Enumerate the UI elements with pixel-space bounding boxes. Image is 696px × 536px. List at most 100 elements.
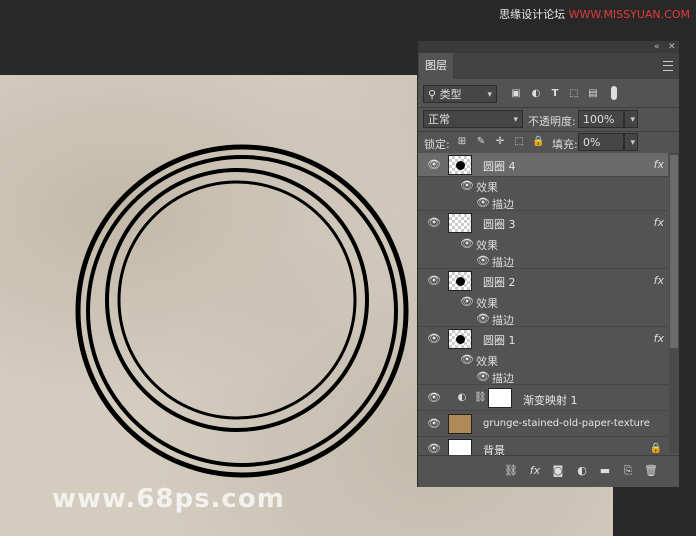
trash-icon[interactable]: 🗑 bbox=[644, 464, 658, 478]
effects-label: 效果 bbox=[476, 297, 498, 310]
eye-icon[interactable]: 👁 bbox=[427, 217, 441, 229]
eye-icon[interactable]: 👁 bbox=[476, 255, 490, 267]
chevron-down-icon: ▾ bbox=[630, 138, 635, 148]
layer-name[interactable]: 圆圈 1 bbox=[483, 332, 516, 348]
stroke-label: 描边 bbox=[492, 372, 514, 385]
link-layers-icon[interactable]: ⛓ bbox=[504, 464, 518, 478]
lock-move-icon[interactable]: ✛ bbox=[494, 136, 506, 148]
layer-name[interactable]: 圆圈 4 bbox=[483, 158, 516, 174]
eye-icon[interactable]: 👁 bbox=[460, 296, 474, 308]
stroke-effect-row[interactable]: 👁 描边 bbox=[418, 368, 668, 385]
fill-input[interactable]: 0% bbox=[578, 133, 624, 151]
lock-brush-icon[interactable]: ✎ bbox=[475, 136, 487, 148]
lock-transparent-icon[interactable]: ⊞ bbox=[456, 136, 468, 148]
opacity-value: 100% bbox=[583, 113, 615, 126]
lock-all-icon[interactable]: 🔒 bbox=[532, 136, 544, 148]
stroke-effect-row[interactable]: 👁 描边 bbox=[418, 252, 668, 269]
watermark-top: 思缘设计论坛 WWW.MISSYUAN.COM bbox=[499, 6, 690, 22]
filter-kind-select[interactable]: ⚲ 类型 ▾ bbox=[423, 85, 497, 103]
layer-row[interactable]: 👁 ◐ ⛓ 渐变映射 1 bbox=[418, 385, 668, 411]
layers-scrollbar[interactable] bbox=[669, 153, 679, 453]
effects-row[interactable]: 👁 效果 bbox=[418, 351, 668, 369]
fill-label: 填充: bbox=[552, 138, 578, 151]
layer-row[interactable]: 👁 grunge-stained-old-paper-texture bbox=[418, 411, 668, 437]
ring-inner-2 bbox=[117, 180, 357, 420]
adjustment-layer-icon: ◐ bbox=[457, 392, 467, 403]
fx-icon[interactable]: fx bbox=[654, 216, 664, 229]
fx-icon[interactable]: fx bbox=[654, 332, 664, 345]
filter-smartobject-icon[interactable]: ▤ bbox=[587, 88, 599, 100]
close-icon[interactable]: ✕ bbox=[668, 41, 676, 53]
eye-icon[interactable]: 👁 bbox=[476, 313, 490, 325]
ring-inner-1 bbox=[105, 168, 369, 432]
new-layer-icon[interactable]: ⎘ bbox=[621, 464, 635, 478]
panel-tabrow: 图层 bbox=[418, 53, 679, 79]
layer-thumbnail bbox=[448, 271, 472, 291]
layer-name[interactable]: 圆圈 3 bbox=[483, 216, 516, 232]
filter-type-icon[interactable]: T bbox=[549, 88, 561, 100]
blend-mode-value: 正常 bbox=[428, 113, 450, 126]
new-adjustment-icon[interactable]: ◐ bbox=[575, 464, 589, 478]
effects-row[interactable]: 👁 效果 bbox=[418, 177, 668, 195]
eye-icon[interactable]: 👁 bbox=[427, 275, 441, 287]
opacity-input[interactable]: 100% bbox=[578, 110, 624, 128]
search-icon: ⚲ bbox=[428, 88, 437, 101]
eye-icon[interactable]: 👁 bbox=[476, 197, 490, 209]
layers-panel: « ✕ 图层 ⚲ 类型 ▾ ▣ ◐ T ⬚ ▤ 正常 ▾ 不透明度: 100% … bbox=[417, 40, 680, 487]
fx-add-style-icon[interactable]: fx bbox=[528, 464, 542, 478]
opacity-dropdown[interactable]: ▾ bbox=[624, 110, 638, 128]
fx-icon[interactable]: fx bbox=[654, 158, 664, 171]
eye-icon[interactable]: 👁 bbox=[460, 238, 474, 250]
stroke-label: 描边 bbox=[492, 256, 514, 269]
layer-row[interactable]: 👁 圆圈 3 fx bbox=[418, 211, 668, 235]
panel-menu-icon[interactable] bbox=[663, 61, 673, 71]
eye-icon[interactable]: 👁 bbox=[460, 354, 474, 366]
filter-kind-value: 类型 bbox=[439, 88, 462, 101]
effects-row[interactable]: 👁 效果 bbox=[418, 293, 668, 311]
filter-shape-icon[interactable]: ⬚ bbox=[568, 88, 580, 100]
effects-row[interactable]: 👁 效果 bbox=[418, 235, 668, 253]
opacity-label: 不透明度: bbox=[528, 115, 576, 128]
blend-mode-select[interactable]: 正常 ▾ bbox=[423, 110, 523, 128]
chevron-down-icon: ▾ bbox=[630, 115, 635, 125]
lock-artboard-icon[interactable]: ⬚ bbox=[513, 136, 525, 148]
eye-icon[interactable]: 👁 bbox=[427, 443, 441, 455]
eye-icon[interactable]: 👁 bbox=[427, 392, 441, 404]
ring-outer-1 bbox=[75, 144, 409, 478]
watermark-top-url: WWW.MISSYUAN.COM bbox=[568, 8, 690, 21]
layer-thumbnail bbox=[448, 329, 472, 349]
layer-row[interactable]: 👁 圆圈 4 fx bbox=[418, 153, 668, 177]
eye-icon[interactable]: 👁 bbox=[460, 180, 474, 192]
stroke-label: 描边 bbox=[492, 314, 514, 327]
layer-row[interactable]: 👁 圆圈 2 fx bbox=[418, 269, 668, 293]
stroke-label: 描边 bbox=[492, 198, 514, 211]
link-icon[interactable]: ⛓ bbox=[474, 392, 487, 404]
filter-toggle-icon[interactable] bbox=[611, 86, 617, 100]
fill-dropdown[interactable]: ▾ bbox=[624, 133, 638, 151]
layer-thumbnail bbox=[448, 213, 472, 233]
filter-pixel-icon[interactable]: ▣ bbox=[510, 88, 522, 100]
layer-name[interactable]: 圆圈 2 bbox=[483, 274, 516, 290]
layer-name[interactable]: grunge-stained-old-paper-texture bbox=[483, 418, 650, 429]
scrollbar-thumb[interactable] bbox=[670, 155, 678, 348]
layers-bottom-toolbar: ⛓ fx ◙ ◐ ▬ ⎘ 🗑 bbox=[418, 455, 679, 487]
panel-titlebar[interactable]: « ✕ bbox=[418, 41, 679, 53]
collapse-icon[interactable]: « bbox=[654, 41, 660, 53]
effects-label: 效果 bbox=[476, 181, 498, 194]
eye-icon[interactable]: 👁 bbox=[476, 371, 490, 383]
add-mask-icon[interactable]: ◙ bbox=[551, 464, 565, 478]
eye-icon[interactable]: 👁 bbox=[427, 333, 441, 345]
stroke-effect-row[interactable]: 👁 描边 bbox=[418, 194, 668, 211]
eye-icon[interactable]: 👁 bbox=[427, 159, 441, 171]
watermark-top-cn: 思缘设计论坛 bbox=[499, 8, 566, 21]
tab-layers[interactable]: 图层 bbox=[419, 53, 453, 79]
new-group-icon[interactable]: ▬ bbox=[598, 464, 612, 478]
stroke-effect-row[interactable]: 👁 描边 bbox=[418, 310, 668, 327]
eye-icon[interactable]: 👁 bbox=[427, 418, 441, 430]
filter-adjustment-icon[interactable]: ◐ bbox=[530, 88, 542, 100]
fx-icon[interactable]: fx bbox=[654, 274, 664, 287]
blend-row: 正常 ▾ 不透明度: 100% ▾ bbox=[418, 108, 679, 130]
layer-name[interactable]: 渐变映射 1 bbox=[523, 392, 578, 408]
layer-thumbnail bbox=[448, 155, 472, 175]
layer-row[interactable]: 👁 圆圈 1 fx bbox=[418, 327, 668, 351]
